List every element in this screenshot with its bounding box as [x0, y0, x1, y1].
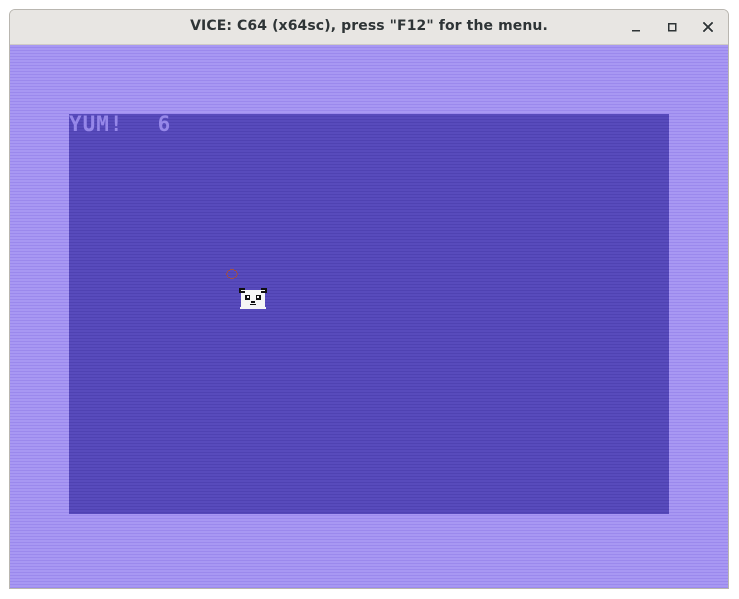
emulator-screen[interactable]: YUM! 6	[10, 45, 728, 588]
red-ring-icon	[226, 269, 238, 279]
window-controls	[626, 17, 718, 37]
maximize-icon	[667, 22, 677, 32]
score-display: YUM! 6	[69, 112, 172, 136]
minimize-icon	[632, 30, 640, 32]
game-playfield[interactable]: YUM! 6	[69, 114, 669, 514]
maximize-button[interactable]	[662, 17, 682, 37]
window-title: VICE: C64 (x64sc), press "F12" for the m…	[190, 18, 548, 34]
panda-icon	[239, 288, 267, 309]
title-bar[interactable]: VICE: C64 (x64sc), press "F12" for the m…	[10, 10, 728, 45]
minimize-button[interactable]	[626, 17, 646, 37]
score-value: 6	[157, 112, 172, 136]
panda-sprite	[239, 288, 267, 310]
close-button[interactable]	[698, 17, 718, 37]
target-sprite	[226, 268, 238, 280]
vice-window: VICE: C64 (x64sc), press "F12" for the m…	[9, 9, 729, 589]
yum-label: YUM!	[69, 112, 124, 136]
close-icon	[702, 21, 714, 33]
